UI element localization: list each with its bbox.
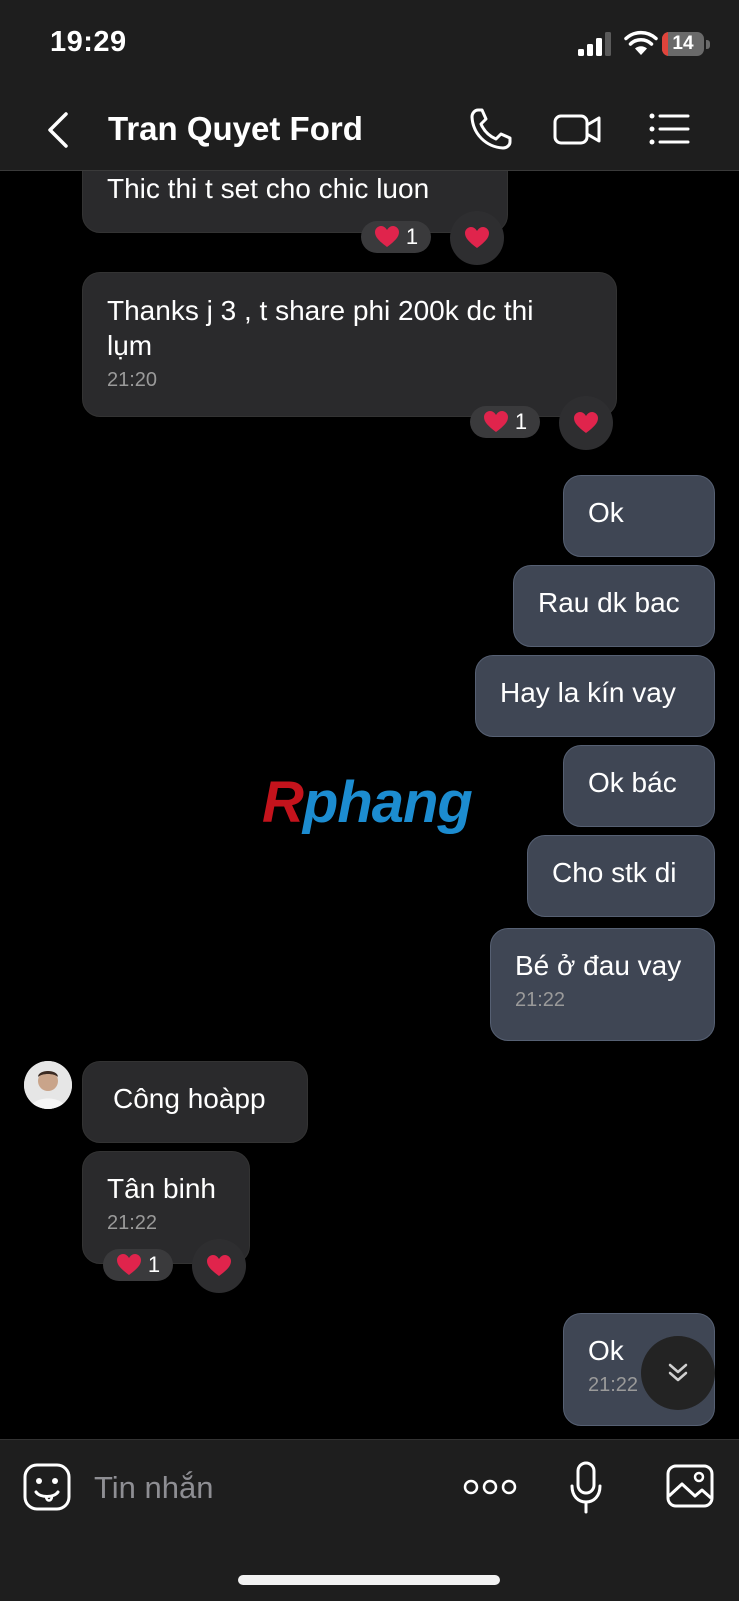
cellular-signal-icon xyxy=(578,32,611,56)
message-bubble-outgoing[interactable]: Hay la kín vay xyxy=(475,655,715,737)
message-text-line: Thanks j 3 , t share phi 200k dc thi xyxy=(107,295,534,326)
message-time: 21:22 xyxy=(107,1212,158,1234)
reaction-count[interactable]: 1 xyxy=(103,1249,173,1281)
message-time: 21:22 xyxy=(515,989,566,1011)
message-text: Tân binh xyxy=(107,1173,216,1204)
add-reaction-button[interactable] xyxy=(559,396,613,450)
double-chevron-down-icon xyxy=(668,1363,688,1382)
message-input[interactable] xyxy=(92,1462,426,1514)
home-indicator xyxy=(238,1575,500,1585)
reaction-count-value: 1 xyxy=(405,224,419,249)
message-text-line: lụm xyxy=(107,330,153,361)
add-reaction-button[interactable] xyxy=(192,1239,246,1293)
microphone-icon[interactable] xyxy=(568,1460,604,1516)
menu-list-icon[interactable] xyxy=(644,104,694,154)
reaction-count[interactable]: 1 xyxy=(470,406,540,438)
message-bubble-outgoing[interactable]: Ok bác xyxy=(563,745,715,827)
message-bubble-outgoing[interactable]: Bé ở đau vay 21:22 xyxy=(490,928,715,1041)
message-text: Hay la kín vay xyxy=(500,677,676,708)
reaction-count-value: 1 xyxy=(514,409,528,434)
status-time: 19:29 xyxy=(50,26,127,58)
message-bubble-outgoing[interactable]: Rau dk bac xyxy=(513,565,715,647)
reaction-count[interactable]: 1 xyxy=(361,221,431,253)
phone-icon[interactable] xyxy=(466,104,516,154)
message-time: 21:20 xyxy=(107,369,158,391)
message-bubble-incoming[interactable]: Công hoàpp xyxy=(82,1061,308,1143)
heart-icon xyxy=(483,411,508,432)
message-text: Công hoàpp xyxy=(113,1083,266,1114)
message-input-bar xyxy=(0,1439,739,1601)
message-text: Bé ở đau vay xyxy=(515,950,682,981)
add-reaction-button[interactable] xyxy=(450,211,504,265)
avatar-image xyxy=(24,1061,72,1109)
wifi-icon xyxy=(624,30,658,55)
back-icon[interactable] xyxy=(40,108,80,152)
scroll-to-bottom-button[interactable] xyxy=(641,1336,715,1410)
image-icon[interactable] xyxy=(665,1462,715,1510)
message-text: Cho stk di xyxy=(552,857,677,888)
heart-icon xyxy=(207,1255,231,1276)
heart-icon xyxy=(574,412,598,433)
more-icon[interactable] xyxy=(462,1472,518,1502)
message-bubble-incoming[interactable]: Thanks j 3 , t share phi 200k dc thi lụm… xyxy=(82,272,617,417)
heart-icon xyxy=(374,226,399,247)
video-call-icon[interactable] xyxy=(552,104,602,154)
message-bubble-incoming[interactable]: Thic thi t set cho chic luon xyxy=(82,171,508,233)
message-bubble-outgoing[interactable]: Cho stk di xyxy=(527,835,715,917)
battery-level: 14 xyxy=(672,33,694,54)
contact-name[interactable]: Tran Quyet Ford xyxy=(108,110,363,148)
heart-icon xyxy=(465,227,489,248)
message-list[interactable]: Thic thi t set cho chic luon 1 Thanks j … xyxy=(0,171,739,1439)
message-text: Thic thi t set cho chic luon xyxy=(107,173,430,204)
message-text: Ok xyxy=(588,497,624,528)
message-bubble-outgoing[interactable]: Ok xyxy=(563,475,715,557)
message-text: Rau dk bac xyxy=(538,587,680,618)
heart-icon xyxy=(116,1254,141,1275)
sticker-icon[interactable] xyxy=(22,1462,72,1512)
reaction-count-value: 1 xyxy=(147,1252,161,1277)
watermark: Rphang xyxy=(262,770,473,835)
status-bar: 19:29 14 xyxy=(0,0,739,90)
avatar[interactable] xyxy=(24,1061,72,1109)
battery-icon: 14 xyxy=(662,32,714,58)
chat-header: Tran Quyet Ford xyxy=(0,90,739,171)
message-text: Ok bác xyxy=(588,767,677,798)
